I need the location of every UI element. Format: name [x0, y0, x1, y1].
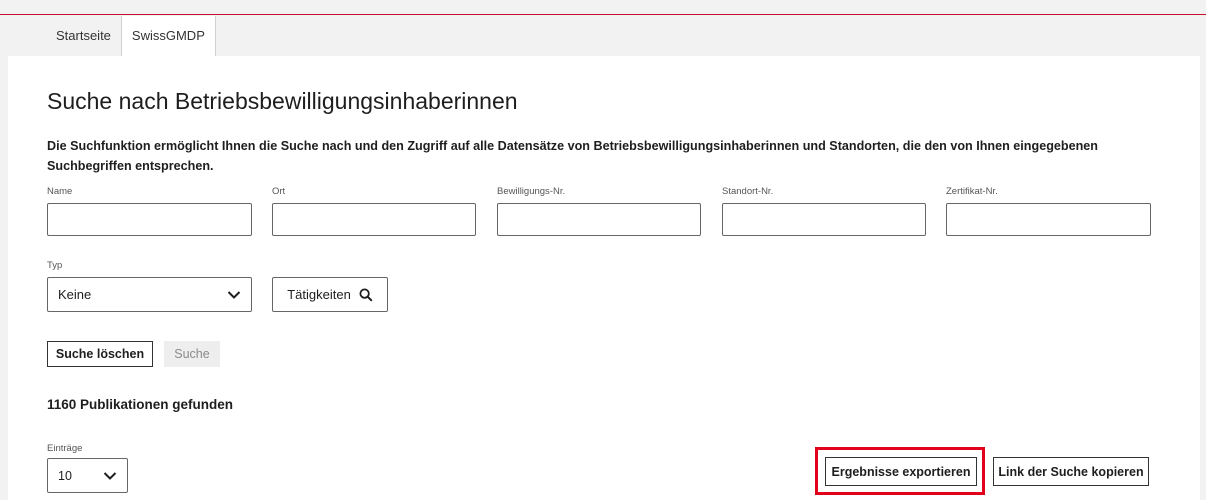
zertifikat-nr-label: Zertifikat-Nr.: [946, 186, 998, 197]
page-description: Die Suchfunktion ermöglicht Ihnen die Su…: [47, 139, 1098, 173]
chevron-down-icon: [227, 290, 241, 300]
page-title: Suche nach Betriebsbewilligungsinhaberin…: [47, 88, 518, 114]
name-input[interactable]: [48, 204, 251, 235]
tab-startseite[interactable]: Startseite: [46, 16, 121, 56]
export-results-button[interactable]: Ergebnisse exportieren: [825, 457, 977, 486]
entries-select-value: 10: [58, 468, 72, 483]
tab-bar: Startseite SwissGMDP: [46, 16, 216, 56]
standort-nr-input[interactable]: [723, 204, 925, 235]
bewilligungs-nr-input[interactable]: [498, 204, 700, 235]
activities-label: Tätigkeiten: [287, 287, 351, 302]
entries-label: Einträge: [47, 443, 83, 454]
search-button[interactable]: Suche: [164, 341, 220, 367]
entries-select[interactable]: 10: [47, 458, 128, 493]
type-select-value: Keine: [58, 287, 92, 302]
copy-search-link-button[interactable]: Link der Suche kopieren: [993, 457, 1149, 486]
top-accent-line: [0, 14, 1206, 15]
activities-button[interactable]: Tätigkeiten: [272, 277, 388, 312]
name-field[interactable]: [47, 203, 252, 236]
standort-nr-label: Standort-Nr.: [722, 186, 774, 197]
ort-input[interactable]: [273, 204, 475, 235]
bewilligungs-nr-label: Bewilligungs-Nr.: [497, 186, 566, 197]
ort-label: Ort: [272, 186, 286, 197]
results-count: 1160 Publikationen gefunden: [47, 397, 234, 412]
bewilligungs-nr-field[interactable]: [497, 203, 701, 236]
name-label: Name: [47, 186, 73, 197]
clear-search-button[interactable]: Suche löschen: [47, 341, 153, 367]
tab-swissgmdp[interactable]: SwissGMDP: [120, 16, 216, 56]
ort-field[interactable]: [272, 203, 476, 236]
zertifikat-nr-input[interactable]: [947, 204, 1150, 235]
type-label: Typ: [47, 260, 63, 271]
search-icon: [359, 288, 373, 302]
chevron-down-icon: [103, 471, 117, 481]
standort-nr-field[interactable]: [722, 203, 926, 236]
type-select[interactable]: Keine: [47, 277, 252, 312]
zertifikat-nr-field[interactable]: [946, 203, 1151, 236]
